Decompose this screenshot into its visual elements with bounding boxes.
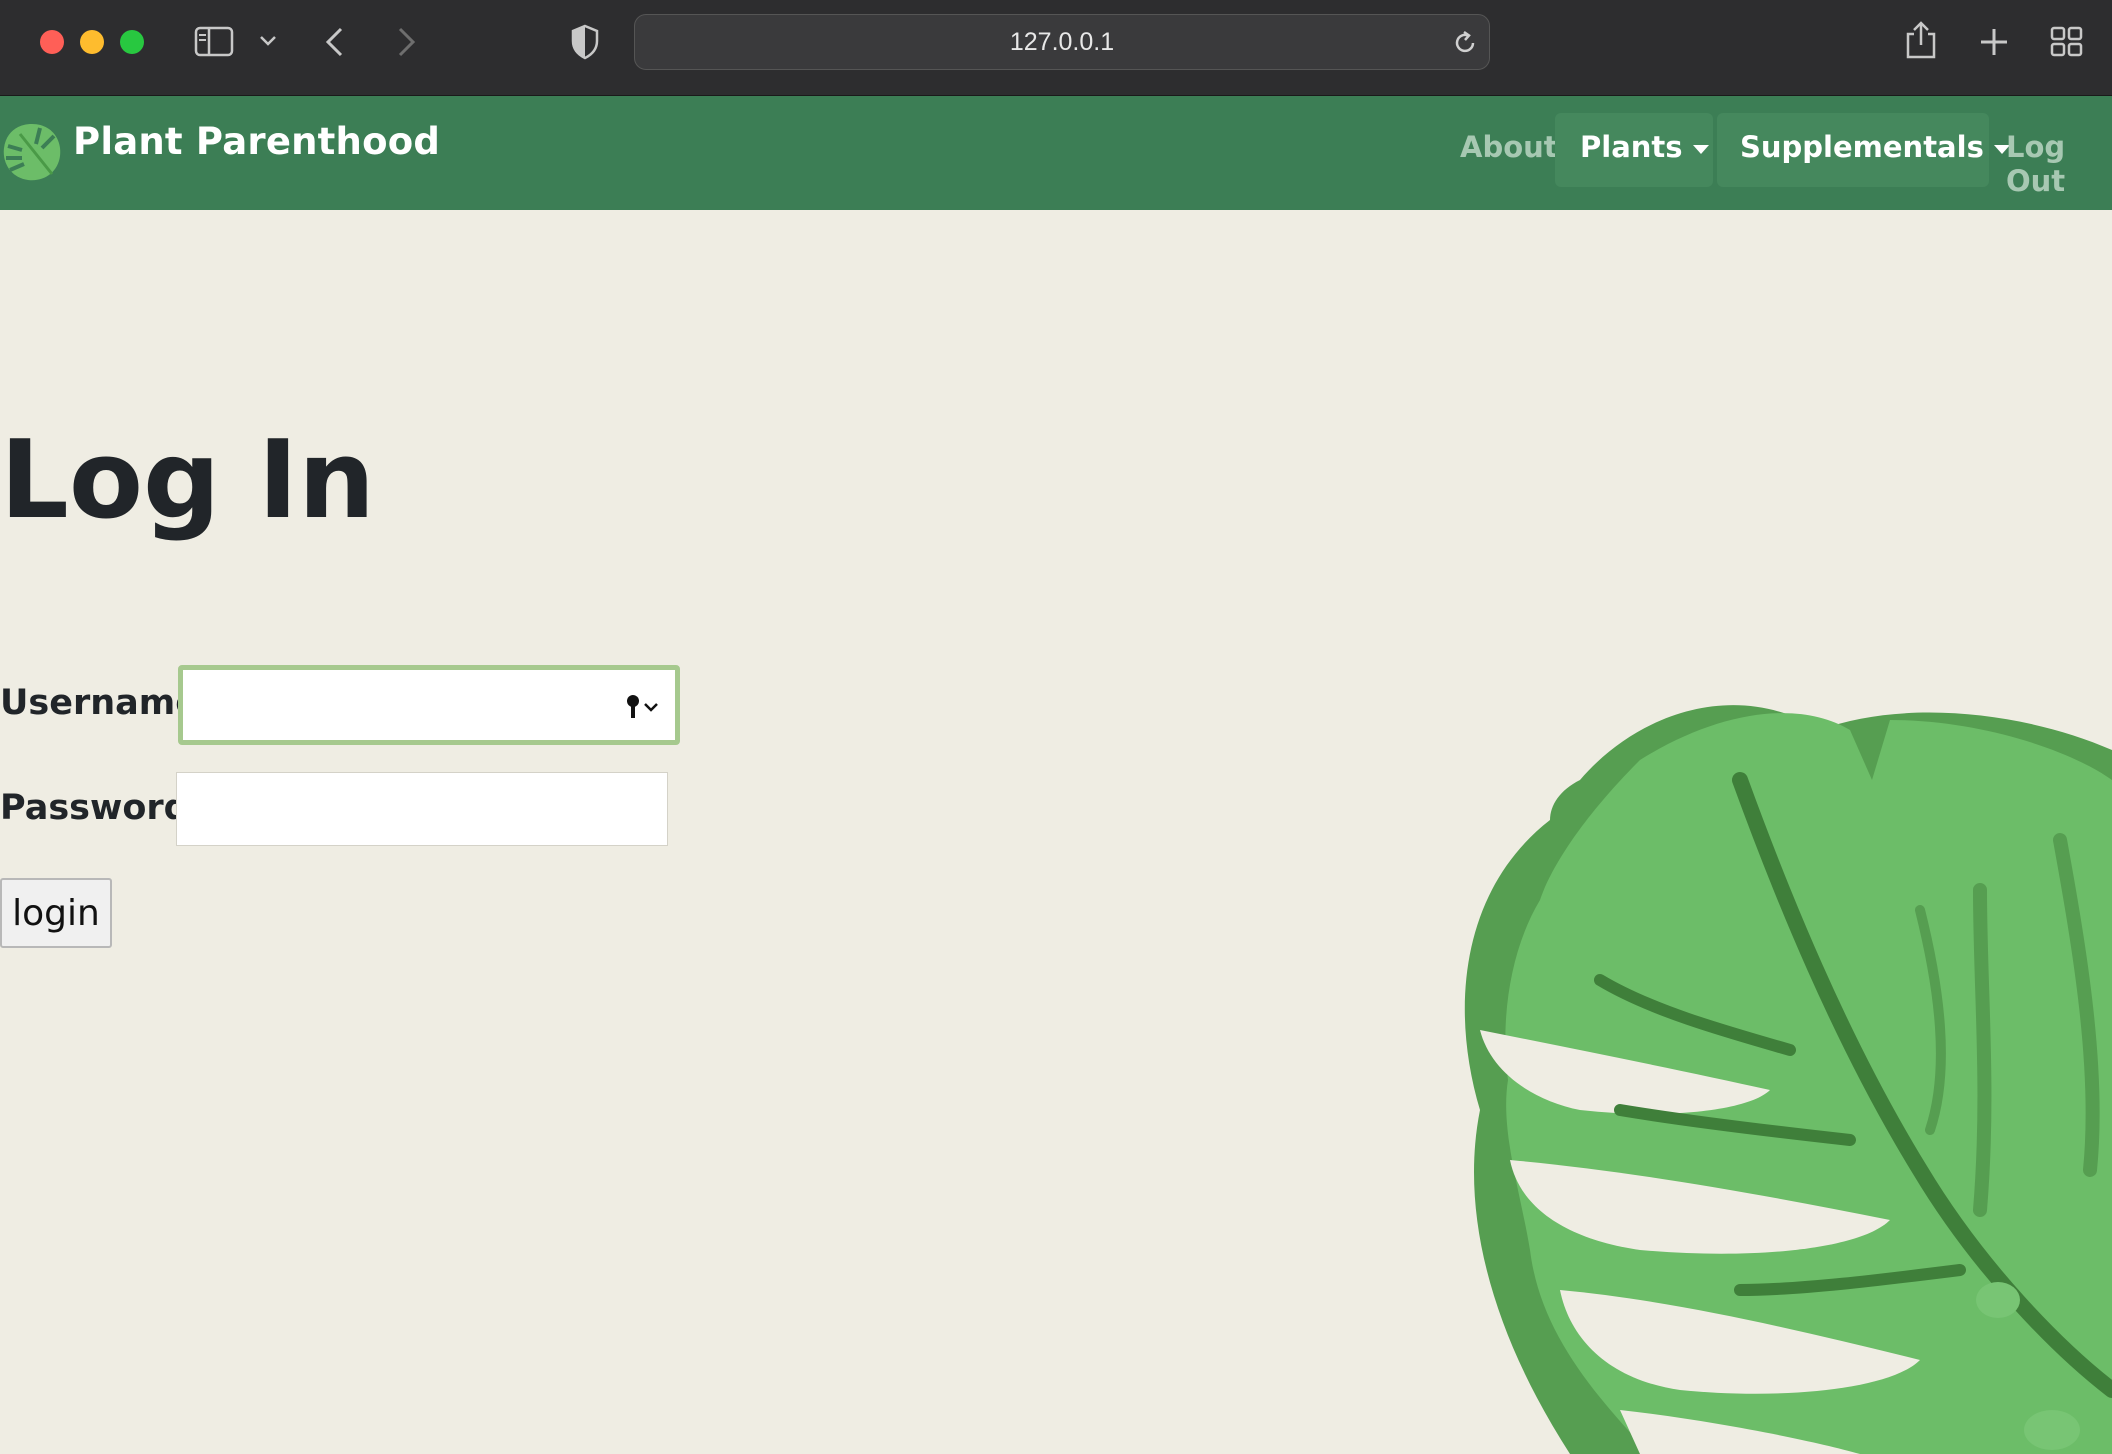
browser-toolbar: 127.0.0.1 [0, 0, 2112, 96]
share-icon[interactable] [1904, 20, 1938, 60]
new-tab-icon[interactable] [1978, 26, 2010, 58]
nav-plants-link[interactable]: Plants [1580, 130, 1709, 164]
close-window-button[interactable] [40, 30, 64, 54]
forward-icon[interactable] [394, 26, 418, 58]
chevron-down-icon[interactable] [258, 34, 278, 48]
nav-logout-link[interactable]: Log Out [2006, 130, 2112, 198]
password-autofill-key-icon[interactable] [625, 694, 661, 720]
url-text: 127.0.0.1 [1009, 28, 1115, 56]
password-label: Password: [0, 788, 203, 828]
password-input[interactable] [177, 773, 667, 845]
zoom-window-button[interactable] [120, 30, 144, 54]
password-field[interactable] [176, 772, 668, 846]
username-field[interactable] [178, 665, 680, 745]
reload-icon[interactable] [1451, 29, 1479, 57]
monstera-leaf-logo-icon[interactable] [0, 120, 64, 184]
username-input[interactable] [183, 670, 675, 740]
monstera-leaf-decoration-icon [1464, 705, 2112, 1454]
nav-supplementals-label: Supplementals [1740, 130, 1984, 164]
caret-down-icon [1692, 144, 1709, 154]
sidebar-toggle-icon[interactable] [194, 26, 236, 58]
minimize-window-button[interactable] [80, 30, 104, 54]
address-bar[interactable]: 127.0.0.1 [634, 14, 1490, 70]
shield-icon[interactable] [570, 24, 600, 60]
page-title: Log In [0, 418, 375, 543]
brand-name[interactable]: Plant Parenthood [73, 120, 440, 163]
back-icon[interactable] [323, 26, 347, 58]
nav-supplementals-link[interactable]: Supplementals [1740, 130, 2010, 164]
login-button[interactable]: login [0, 878, 112, 948]
nav-plants-label: Plants [1580, 130, 1683, 164]
nav-about-link[interactable]: About [1460, 130, 1558, 164]
tab-overview-icon[interactable] [2050, 26, 2084, 58]
